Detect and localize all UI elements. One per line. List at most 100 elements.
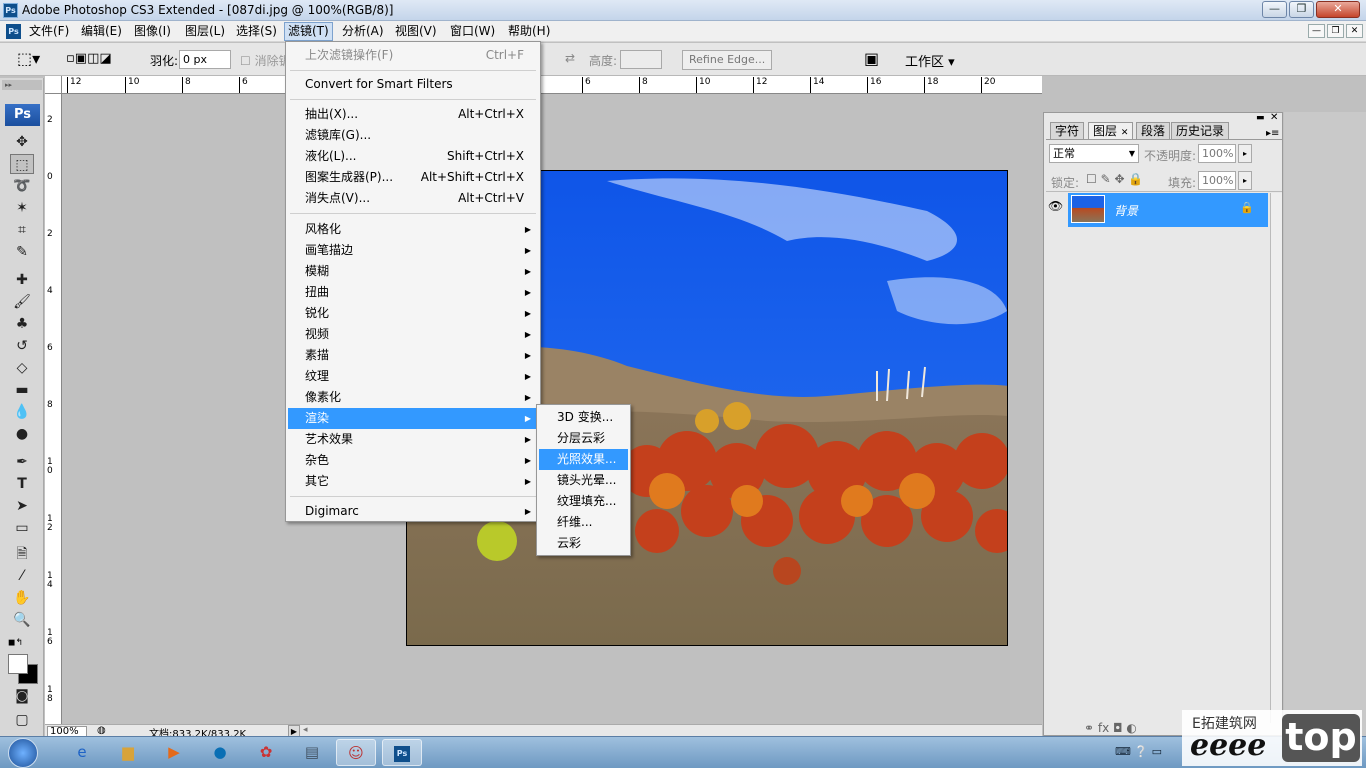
explorer-folder-icon[interactable]: ▆ [108, 739, 148, 766]
screen-mode-icon[interactable]: ▢ [10, 710, 34, 730]
refine-edge-button[interactable]: Refine Edge... [682, 50, 773, 70]
render-clouds[interactable]: 云彩 [539, 533, 628, 554]
menu-analysis[interactable]: 分析(A) [339, 22, 387, 41]
zoom-tool-icon[interactable]: 🔍 [10, 610, 34, 630]
notes-tool-icon[interactable]: 🗎 [10, 544, 34, 564]
filter-artistic[interactable]: 艺术效果 ▶ [288, 429, 538, 450]
panel-menu-icon[interactable]: ▸≡ [1266, 128, 1279, 139]
quick-mask-icon[interactable]: ◙ [10, 686, 34, 706]
render-fibers[interactable]: 纤维... [539, 512, 628, 533]
filter-blur[interactable]: 模糊 ▶ [288, 261, 538, 282]
swap-icon[interactable]: ⇄ [565, 51, 575, 65]
doc-minimize-button[interactable]: — [1308, 24, 1325, 38]
eye-visibility-icon[interactable]: 👁 [1048, 199, 1063, 213]
opacity-slider-arrow[interactable]: ▸ [1238, 144, 1252, 163]
layer-actions-icons[interactable]: ⚭ fx ◘ ◐ [1084, 721, 1137, 735]
layer-row-background[interactable]: 背景 🔒 [1068, 193, 1268, 227]
tab-paragraph[interactable]: 段落 [1136, 122, 1171, 140]
default-colors-icon[interactable]: ◼↰ [8, 638, 23, 648]
fill-slider-arrow[interactable]: ▸ [1238, 171, 1252, 190]
start-button-icon[interactable] [8, 738, 38, 768]
marquee-preset-icon[interactable]: ⬚▾ [17, 49, 40, 68]
media-player-icon[interactable]: ▶ [154, 739, 194, 766]
render-texture-fill[interactable]: 纹理填充... [539, 491, 628, 512]
status-info-icon[interactable]: ◍ [97, 725, 106, 736]
marquee-tool-icon[interactable]: ⬚ [10, 154, 34, 174]
tab-layers[interactable]: 图层 ✕ [1088, 122, 1134, 140]
healing-brush-icon[interactable]: ✚ [10, 270, 34, 290]
render-3d-transform[interactable]: 3D 变换... [539, 407, 628, 428]
filter-render[interactable]: 渲染 ▶ [288, 408, 538, 429]
filter-pixelate[interactable]: 像素化 ▶ [288, 387, 538, 408]
lock-icons[interactable]: ☐ ✎ ✥ 🔒 [1086, 172, 1143, 186]
doc-close-button[interactable]: ✕ [1346, 24, 1363, 38]
menu-window[interactable]: 窗口(W) [447, 22, 498, 41]
filter-texture[interactable]: 纹理 ▶ [288, 366, 538, 387]
notes-app-icon[interactable]: ▤ [292, 739, 332, 766]
type-tool-icon[interactable]: T [10, 474, 34, 494]
maximize-button[interactable]: ❐ [1289, 1, 1314, 18]
filter-sharpen[interactable]: 锐化 ▶ [288, 303, 538, 324]
menu-edit[interactable]: 编辑(E) [78, 22, 125, 41]
menu-file[interactable]: 文件(F) [26, 22, 72, 41]
dodge-tool-icon[interactable]: ● [10, 424, 34, 444]
path-selection-icon[interactable]: ➤ [10, 496, 34, 516]
close-button[interactable]: ✕ [1316, 1, 1360, 18]
eyedropper-icon[interactable]: ⁄ [10, 566, 34, 586]
filter-digimarc[interactable]: Digimarc ▶ [288, 501, 538, 522]
blur-tool-icon[interactable]: 💧 [10, 402, 34, 422]
panel-close-icon[interactable]: ✕ [1270, 112, 1278, 123]
tray-icons[interactable]: ⌨ ❔ ▭ [1115, 745, 1162, 758]
gradient-tool-icon[interactable]: ▬ [10, 380, 34, 400]
menu-select[interactable]: 选择(S) [233, 22, 280, 41]
panel-scrollbar[interactable] [1270, 193, 1282, 723]
filter-convert-smart[interactable]: Convert for Smart Filters [288, 74, 538, 95]
filter-noise[interactable]: 杂色 ▶ [288, 450, 538, 471]
doc-restore-button[interactable]: ❐ [1327, 24, 1344, 38]
shape-tool-icon[interactable]: ▭ [10, 518, 34, 538]
lasso-tool-icon[interactable]: ➰ [10, 176, 34, 196]
crop-tool-icon[interactable]: ⌗ [10, 220, 34, 240]
filter-sketch[interactable]: 素描 ▶ [288, 345, 538, 366]
minimize-button[interactable]: — [1262, 1, 1287, 18]
tab-close-icon[interactable]: ✕ [1121, 128, 1129, 138]
brush-tool-icon[interactable]: 🖌 [10, 292, 34, 312]
clone-stamp-icon[interactable]: ♣ [10, 314, 34, 334]
filter-video[interactable]: 视频 ▶ [288, 324, 538, 345]
tab-history[interactable]: 历史记录 [1171, 122, 1230, 140]
magic-wand-icon[interactable]: ✶ [10, 198, 34, 218]
horizontal-ruler[interactable]: 1210864202468101214161820 [62, 76, 1042, 94]
document-icon[interactable]: Ps [6, 24, 21, 39]
filter-liquify[interactable]: 液化(L)... Shift+Ctrl+X [288, 146, 538, 167]
render-lighting-effects[interactable]: 光照效果... [539, 449, 628, 470]
ruler-origin[interactable] [45, 76, 62, 94]
color-app-icon[interactable]: ✿ [246, 739, 286, 766]
history-brush-icon[interactable]: ↺ [10, 336, 34, 356]
filter-gallery[interactable]: 滤镜库(G)... [288, 125, 538, 146]
toolbox-grip[interactable]: ▸▸ [2, 80, 42, 90]
hand-tool-icon[interactable]: ✋ [10, 588, 34, 608]
selection-mode-icons[interactable]: ▫▣◫◪ [66, 51, 112, 66]
render-lens-flare[interactable]: 镜头光晕... [539, 470, 628, 491]
filter-brush-strokes[interactable]: 画笔描边 ▶ [288, 240, 538, 261]
menu-view[interactable]: 视图(V) [392, 22, 440, 41]
panel-minimize-icon[interactable]: ▬ [1256, 113, 1265, 123]
feather-input[interactable]: 0 px [179, 50, 231, 69]
photoshop-taskbar-button[interactable]: Ps [382, 739, 422, 766]
bridge-icon[interactable]: ▣ [864, 49, 879, 68]
blend-mode-select[interactable]: 正常 ▼ [1049, 144, 1139, 163]
pen-tool-icon[interactable]: ✒ [10, 452, 34, 472]
filter-vanishing-point[interactable]: 消失点(V)... Alt+Ctrl+V [288, 188, 538, 209]
opacity-input[interactable]: 100% [1198, 144, 1236, 163]
eraser-tool-icon[interactable]: ◇ [10, 358, 34, 378]
render-difference-clouds[interactable]: 分层云彩 [539, 428, 628, 449]
qq-app-icon[interactable]: ☺ [336, 739, 376, 766]
menu-layer[interactable]: 图层(L) [182, 22, 228, 41]
menu-help[interactable]: 帮助(H) [505, 22, 553, 41]
menu-image[interactable]: 图像(I) [131, 22, 174, 41]
fill-input[interactable]: 100% [1198, 171, 1236, 190]
filter-extract[interactable]: 抽出(X)... Alt+Ctrl+X [288, 104, 538, 125]
scroll-left-arrow[interactable]: ◂ [303, 725, 308, 735]
ie-icon[interactable]: e [62, 739, 102, 766]
move-tool-icon[interactable]: ✥ [10, 132, 34, 152]
